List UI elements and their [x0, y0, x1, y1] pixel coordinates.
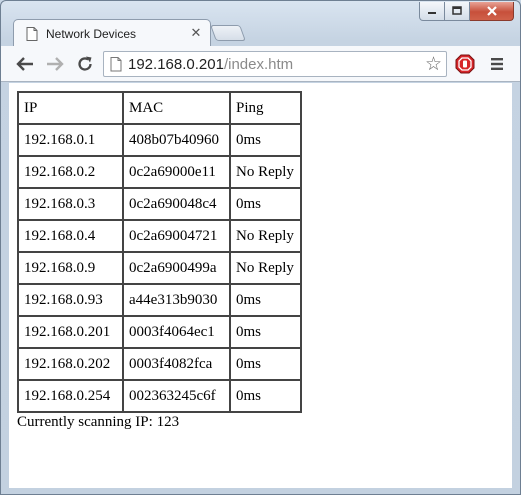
cell-mac: 0c2a6900499a	[122, 251, 231, 285]
url-host: 192.168.0.201	[128, 55, 224, 73]
cell-ping: No Reply	[229, 251, 302, 285]
cell-ping: No Reply	[229, 219, 302, 253]
extension-button[interactable]	[453, 52, 477, 76]
cell-ping: 0ms	[229, 283, 302, 317]
cell-mac: 0003f4082fca	[122, 347, 231, 381]
toolbar: 192.168.0.201/index.htm ☆	[1, 46, 520, 82]
url-path: /index.htm	[223, 55, 294, 73]
cell-ip: 192.168.0.202	[17, 347, 124, 381]
table-row: 192.168.0.201 0003f4064ec1 0ms	[17, 315, 302, 349]
cell-mac: 0003f4064ec1	[122, 315, 231, 349]
back-button[interactable]	[13, 52, 37, 76]
cell-mac: 002363245c6f	[122, 379, 231, 413]
tab-title: Network Devices	[46, 26, 137, 41]
close-window-button[interactable]	[470, 2, 514, 21]
cell-ip: 192.168.0.201	[17, 315, 124, 349]
tab-close-icon[interactable]: ✕	[190, 26, 202, 41]
window-controls	[419, 2, 514, 21]
stop-sign-icon	[455, 54, 475, 74]
table-row: 192.168.0.2 0c2a69000e11 No Reply	[17, 155, 302, 189]
cell-ip: 192.168.0.1	[17, 123, 124, 157]
table-row: 192.168.0.1 408b07b40960 0ms	[17, 123, 302, 157]
maximize-icon	[452, 6, 462, 15]
close-icon	[486, 6, 497, 16]
maximize-button[interactable]	[445, 2, 470, 21]
cell-mac: 0c2a690048c4	[122, 187, 231, 221]
table-row: 192.168.0.9 0c2a6900499a No Reply	[17, 251, 302, 285]
cell-ip: 192.168.0.4	[17, 219, 124, 253]
back-arrow-icon	[16, 57, 33, 71]
header-ping: Ping	[229, 91, 302, 125]
reload-icon	[78, 56, 92, 71]
scan-status-text: Currently scanning IP: 123	[17, 414, 180, 430]
cell-ping: 0ms	[229, 315, 302, 349]
cell-ping: 0ms	[229, 347, 302, 381]
cell-ping: No Reply	[229, 155, 302, 189]
cell-ip: 192.168.0.9	[17, 251, 124, 285]
table-row: 192.168.0.3 0c2a690048c4 0ms	[17, 187, 302, 221]
cell-ping: 0ms	[229, 123, 302, 157]
table-header-row: IP MAC Ping	[17, 91, 302, 125]
table-row: 192.168.0.4 0c2a69004721 No Reply	[17, 219, 302, 253]
cell-ping: 0ms	[229, 187, 302, 221]
browser-window: Network Devices ✕ 192.168.0.201/index.ht…	[0, 0, 521, 495]
minimize-icon	[428, 12, 436, 14]
table-row: 192.168.0.93 a44e313b9030 0ms	[17, 283, 302, 317]
address-bar[interactable]: 192.168.0.201/index.htm ☆	[103, 51, 447, 77]
menu-button[interactable]	[485, 52, 509, 76]
page-icon	[26, 26, 38, 41]
reload-button[interactable]	[73, 52, 97, 76]
tab-network-devices[interactable]: Network Devices ✕	[13, 19, 211, 47]
devices-table: IP MAC Ping 192.168.0.1 408b07b40960 0ms 1…	[17, 91, 302, 413]
cell-ping: 0ms	[229, 379, 302, 413]
forward-button[interactable]	[43, 52, 67, 76]
cell-ip: 192.168.0.3	[17, 187, 124, 221]
url-text: 192.168.0.201/index.htm	[128, 56, 293, 73]
new-tab-button[interactable]	[210, 25, 246, 41]
header-mac: MAC	[122, 91, 231, 125]
cell-mac: 408b07b40960	[122, 123, 231, 157]
cell-ip: 192.168.0.93	[17, 283, 124, 317]
hamburger-menu-icon	[491, 58, 503, 70]
header-ip: IP	[17, 91, 124, 125]
bookmark-star-icon[interactable]: ☆	[425, 54, 442, 74]
cell-ip: 192.168.0.254	[17, 379, 124, 413]
table-row: 192.168.0.202 0003f4082fca 0ms	[17, 347, 302, 381]
table-row: 192.168.0.254 002363245c6f 0ms	[17, 379, 302, 413]
page-content: IP MAC Ping 192.168.0.1 408b07b40960 0ms 1…	[9, 83, 512, 488]
cell-mac: a44e313b9030	[122, 283, 231, 317]
forward-arrow-icon	[47, 57, 64, 71]
minimize-button[interactable]	[419, 2, 445, 21]
cell-ip: 192.168.0.2	[17, 155, 124, 189]
cell-mac: 0c2a69004721	[122, 219, 231, 253]
cell-mac: 0c2a69000e11	[122, 155, 231, 189]
page-icon	[110, 56, 122, 71]
